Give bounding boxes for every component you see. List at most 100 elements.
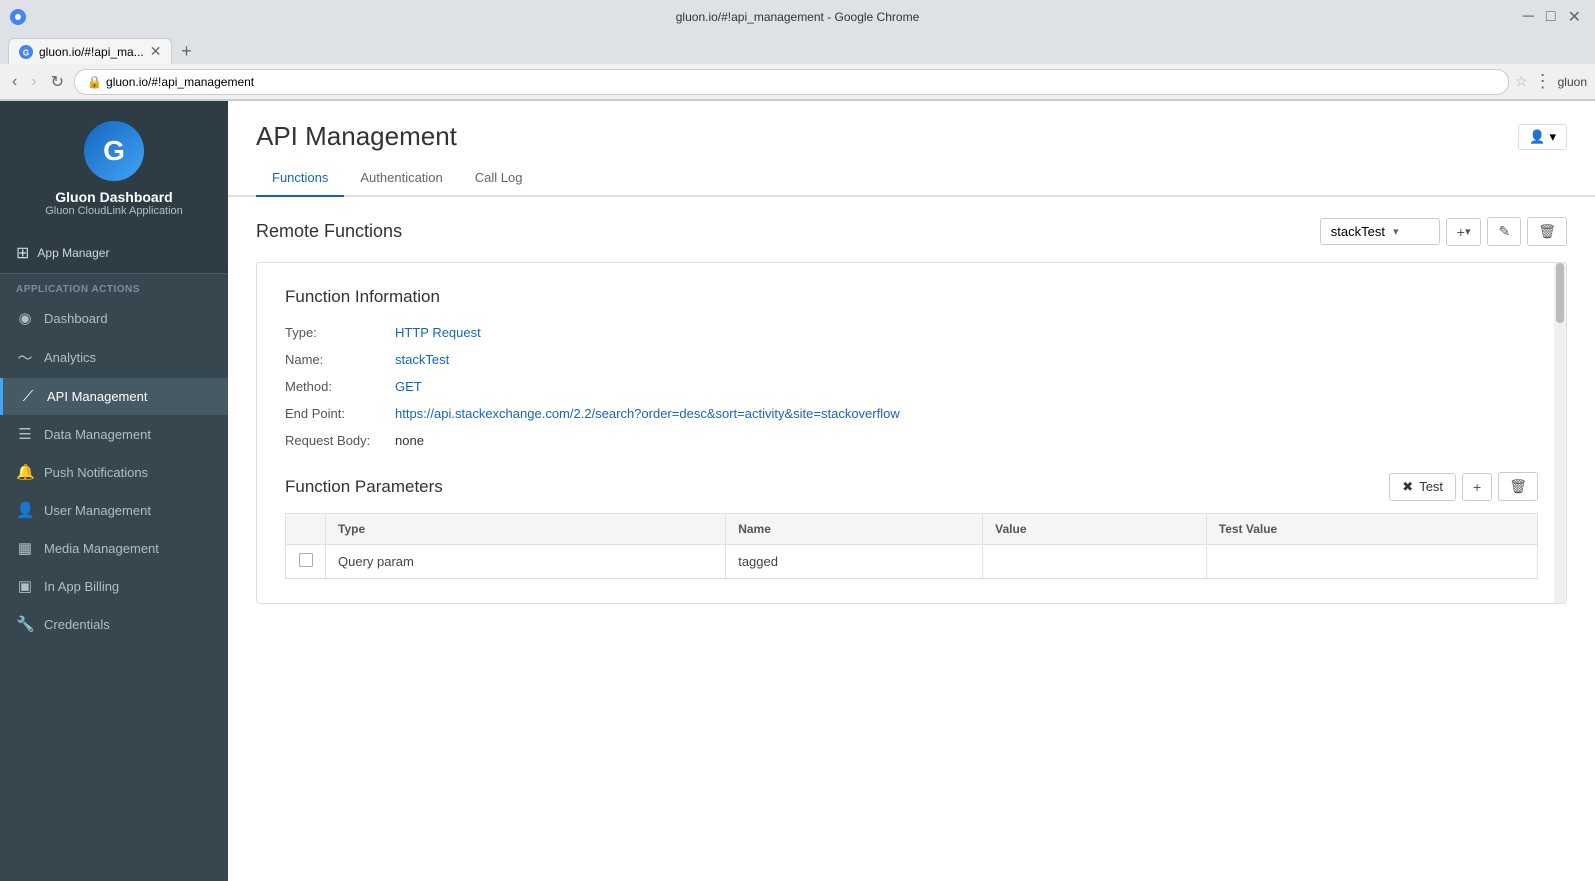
delete-param-button[interactable]: 🗑 — [1498, 472, 1538, 501]
tabs-bar: Functions Authentication Call Log — [228, 160, 1595, 197]
user-menu-button[interactable]: 👤 ▾ — [1518, 124, 1567, 150]
info-row-endpoint: End Point: https://api.stackexchange.com… — [285, 406, 1538, 421]
svg-text:G: G — [23, 48, 29, 57]
address-input[interactable] — [106, 75, 1496, 89]
browser-tab[interactable]: G gluon.io/#!api_ma... ✕ — [8, 38, 172, 64]
sidebar-item-user-management[interactable]: 👤 User Management — [0, 491, 228, 529]
remote-functions-header: Remote Functions stackTest ▾ + ▾ ✎ 🗑 — [256, 217, 1567, 246]
user-icon: 👤 — [1529, 129, 1545, 145]
bookmark-button[interactable]: ☆ — [1515, 73, 1528, 90]
sidebar-item-media-management[interactable]: ▦ Media Management — [0, 529, 228, 567]
maximize-button[interactable]: □ — [1542, 8, 1560, 26]
user-management-icon: 👤 — [16, 501, 34, 519]
name-value: stackTest — [395, 352, 449, 367]
credentials-icon: 🔧 — [16, 615, 34, 633]
page-title: API Management — [256, 121, 457, 152]
secure-icon: 🔒 — [87, 75, 102, 89]
tab-call-log[interactable]: Call Log — [459, 160, 539, 197]
scrollbar-thumb[interactable] — [1556, 263, 1564, 323]
sidebar-item-api-management[interactable]: ⟋ API Management — [0, 378, 228, 415]
sidebar-item-label: API Management — [47, 389, 147, 404]
minimize-button[interactable]: ─ — [1519, 8, 1538, 26]
app-name-label: Gluon Dashboard — [55, 189, 172, 205]
sidebar-item-in-app-billing[interactable]: ▣ In App Billing — [0, 567, 228, 605]
dashboard-icon: ◉ — [16, 309, 34, 327]
info-row-name: Name: stackTest — [285, 352, 1538, 367]
endpoint-value: https://api.stackexchange.com/2.2/search… — [395, 406, 900, 421]
plus-dropdown-arrow: ▾ — [1465, 225, 1471, 238]
function-selector-dropdown[interactable]: stackTest ▾ — [1320, 218, 1440, 245]
delete-function-button[interactable]: 🗑 — [1527, 217, 1567, 246]
chrome-logo-icon — [10, 9, 26, 25]
browser-address-bar: ‹ › ↻ 🔒 ☆ ⋮ gluon — [0, 64, 1595, 100]
push-notifications-icon: 🔔 — [16, 463, 34, 481]
new-tab-button[interactable]: + — [172, 38, 200, 64]
chrome-menu-button[interactable]: ⋮ — [1534, 71, 1552, 92]
sidebar-item-label: Credentials — [44, 617, 110, 632]
browser-chrome: gluon.io/#!api_management - Google Chrom… — [0, 0, 1595, 101]
remote-functions-title: Remote Functions — [256, 221, 402, 242]
params-table: Type Name Value Test Value — [285, 513, 1538, 579]
content-area: Remote Functions stackTest ▾ + ▾ ✎ 🗑 — [228, 197, 1595, 881]
section-label: APPLICATION ACTIONS — [0, 274, 228, 299]
request-body-value: none — [395, 433, 424, 448]
user-profile-label[interactable]: gluon — [1558, 75, 1587, 89]
sidebar-item-label: Media Management — [44, 541, 159, 556]
tab-functions[interactable]: Functions — [256, 160, 344, 197]
sidebar-item-label: In App Billing — [44, 579, 119, 594]
tab-favicon-icon: G — [19, 45, 33, 59]
address-bar-field[interactable]: 🔒 — [74, 69, 1509, 95]
tab-authentication[interactable]: Authentication — [344, 160, 458, 197]
sidebar-header: G Gluon Dashboard Gluon CloudLink Applic… — [0, 101, 228, 233]
close-button[interactable]: ✕ — [1564, 7, 1585, 27]
test-wrench-icon: ✖ — [1402, 479, 1413, 495]
app-manager-item[interactable]: ⊞ App Manager — [0, 233, 228, 274]
row-test-value-cell — [1206, 545, 1537, 579]
app-manager-label: App Manager — [37, 246, 109, 260]
sidebar-item-label: Dashboard — [44, 311, 108, 326]
col-header-check — [286, 514, 326, 545]
add-function-button[interactable]: + ▾ — [1446, 218, 1482, 246]
row-name-cell: tagged — [726, 545, 983, 579]
sidebar-item-label: Analytics — [44, 350, 96, 365]
endpoint-label: End Point: — [285, 406, 395, 421]
col-header-test-value: Test Value — [1206, 514, 1537, 545]
add-param-button[interactable]: + — [1462, 473, 1492, 501]
app-manager-icon: ⊞ — [16, 243, 29, 263]
sidebar-item-push-notifications[interactable]: 🔔 Push Notifications — [0, 453, 228, 491]
info-row-request-body: Request Body: none — [285, 433, 1538, 448]
refresh-button[interactable]: ↻ — [47, 70, 68, 94]
scrollbar-track[interactable] — [1554, 263, 1566, 603]
row-type-cell: Query param — [326, 545, 726, 579]
test-button[interactable]: ✖ Test — [1389, 473, 1456, 501]
table-row: Query param tagged — [286, 545, 1538, 579]
function-info-title: Function Information — [285, 287, 1538, 307]
api-management-icon: ⟋ — [19, 388, 37, 405]
sidebar-item-dashboard[interactable]: ◉ Dashboard — [0, 299, 228, 337]
forward-button[interactable]: › — [27, 71, 40, 93]
browser-tabs-bar: G gluon.io/#!api_ma... ✕ + — [0, 34, 1595, 64]
browser-title: gluon.io/#!api_management - Google Chrom… — [676, 10, 919, 24]
back-button[interactable]: ‹ — [8, 71, 21, 93]
app-sub-label: Gluon CloudLink Application — [45, 205, 183, 217]
function-parameters-section: Function Parameters ✖ Test + 🗑 — [285, 472, 1538, 579]
row-value-cell — [983, 545, 1207, 579]
params-header: Function Parameters ✖ Test + 🗑 — [285, 472, 1538, 501]
params-title: Function Parameters — [285, 477, 443, 497]
sidebar-item-label: Data Management — [44, 427, 151, 442]
col-header-name: Name — [726, 514, 983, 545]
edit-function-button[interactable]: ✎ — [1487, 217, 1521, 246]
sidebar-item-data-management[interactable]: ☰ Data Management — [0, 415, 228, 453]
tab-close-icon[interactable]: ✕ — [150, 43, 162, 60]
sidebar-item-label: User Management — [44, 503, 151, 518]
sidebar-item-credentials[interactable]: 🔧 Credentials — [0, 605, 228, 643]
window-controls: ─ □ ✕ — [1519, 7, 1585, 27]
row-checkbox[interactable] — [299, 553, 313, 567]
main-header: API Management 👤 ▾ — [228, 101, 1595, 152]
row-checkbox-cell — [286, 545, 326, 579]
in-app-billing-icon: ▣ — [16, 577, 34, 595]
sidebar-item-analytics[interactable]: 〜 Analytics — [0, 337, 228, 378]
analytics-icon: 〜 — [16, 347, 34, 368]
col-header-value: Value — [983, 514, 1207, 545]
info-row-type: Type: HTTP Request — [285, 325, 1538, 340]
